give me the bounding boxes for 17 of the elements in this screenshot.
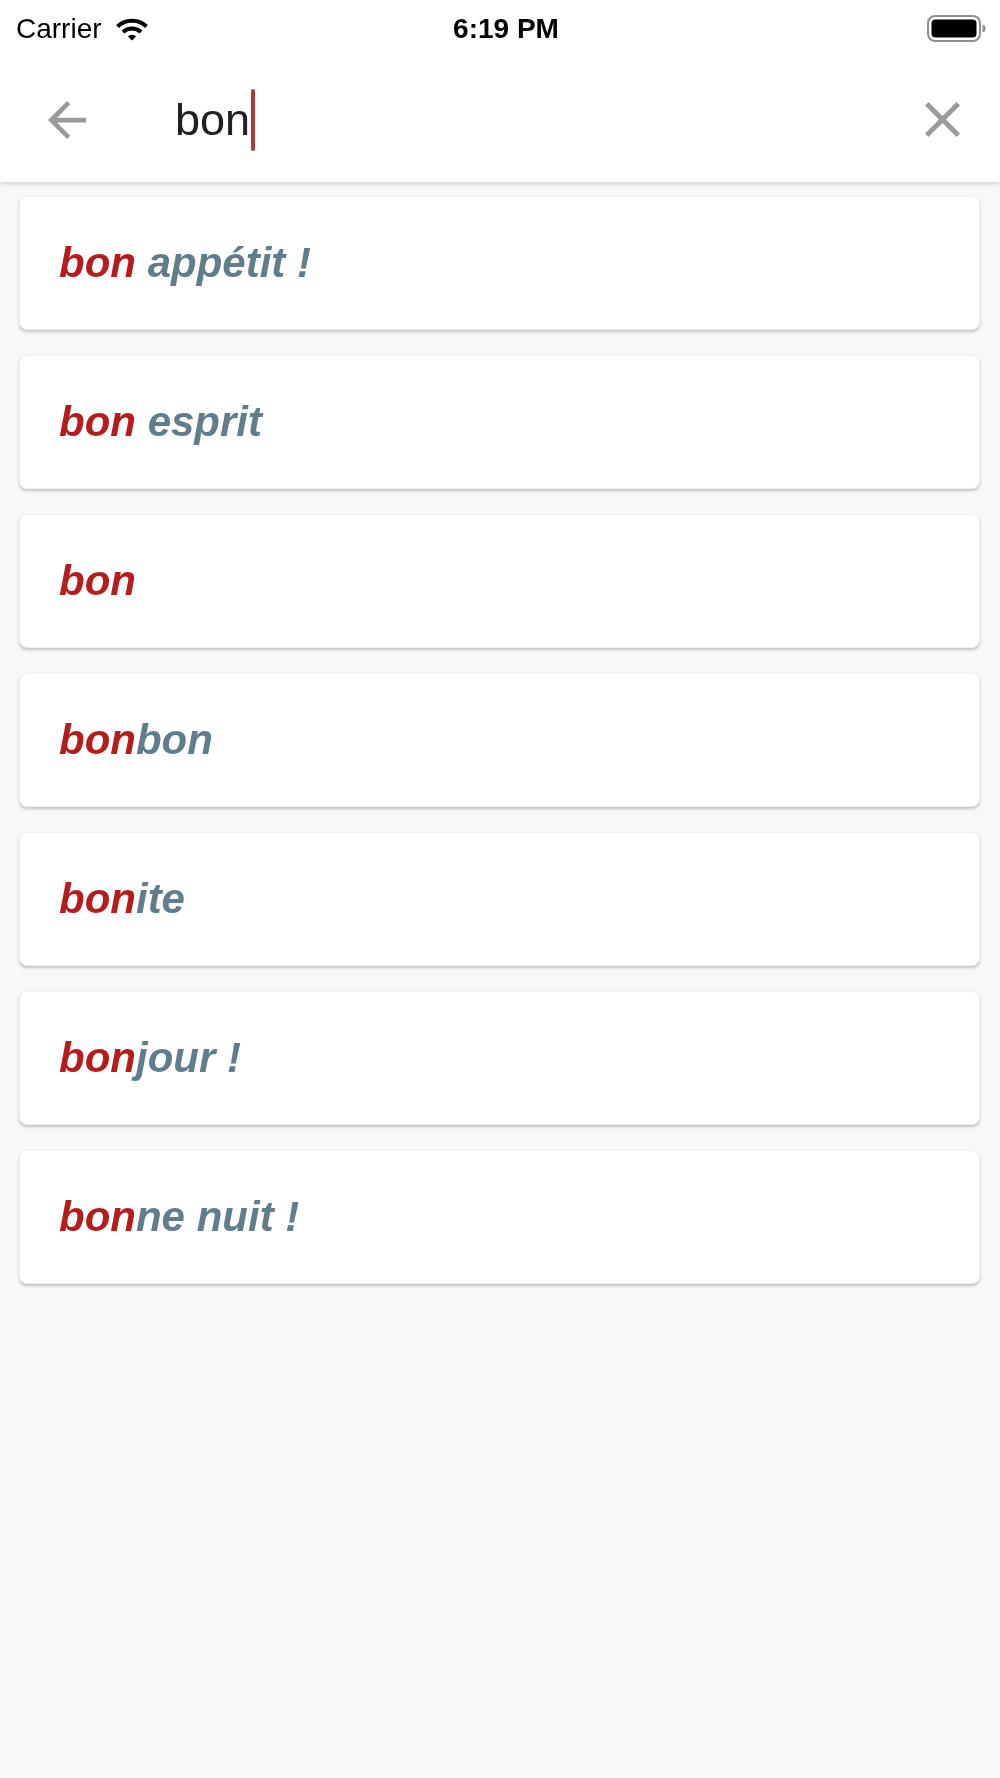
result-item[interactable]: bonite <box>19 832 980 966</box>
clear-button[interactable] <box>925 102 960 137</box>
result-item[interactable]: bon <box>19 514 980 648</box>
search-field[interactable]: bon <box>175 84 925 155</box>
status-time: 6:19 PM <box>452 14 559 43</box>
carrier-label: Carrier <box>16 14 102 43</box>
result-item[interactable]: bonbon <box>19 673 980 807</box>
result-item[interactable]: bon appétit ! <box>19 196 980 330</box>
close-icon <box>925 102 960 137</box>
battery-icon <box>927 15 986 42</box>
result-item[interactable]: bon esprit <box>19 355 980 489</box>
result-item[interactable]: bonjour ! <box>19 991 980 1125</box>
text-cursor <box>251 88 256 151</box>
back-button[interactable] <box>48 100 86 139</box>
result-item[interactable]: bonne nuit ! <box>19 1150 980 1284</box>
back-arrow-icon <box>48 100 86 139</box>
wifi-icon <box>114 16 149 41</box>
